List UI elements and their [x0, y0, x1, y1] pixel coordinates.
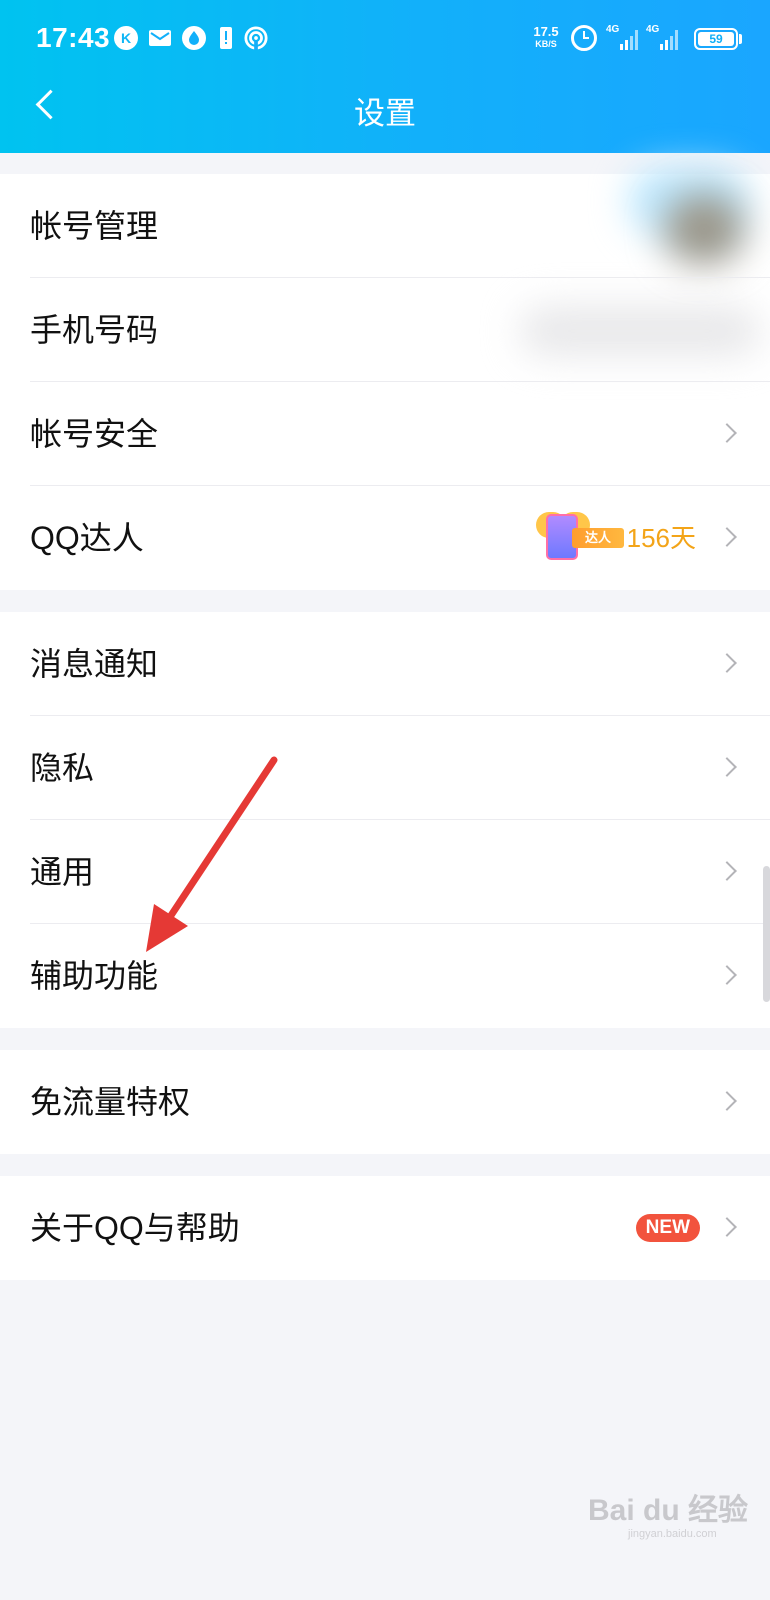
- message-notification-row[interactable]: 消息通知: [0, 612, 770, 716]
- status-time: 17:43: [36, 22, 111, 53]
- header-bar: 17:43 K 17.5 KB/S 4G 4G 59 设置: [0, 0, 770, 153]
- battery-icon: 59: [694, 28, 742, 50]
- chevron-right-icon: [717, 423, 737, 443]
- hotspot-icon: [244, 26, 268, 50]
- expert-days: 156天: [626, 523, 696, 553]
- accessibility-row[interactable]: 辅助功能: [0, 924, 770, 1028]
- settings-group-about: 关于QQ与帮助 NEW: [0, 1176, 770, 1280]
- signal-icon: 4G: [606, 24, 642, 50]
- settings-group-data: 免流量特权: [0, 1050, 770, 1154]
- alarm-icon: [571, 25, 597, 51]
- net-speed: 17.5 KB/S: [533, 24, 559, 49]
- settings-group-general: 消息通知 隐私 通用 辅助功能: [0, 612, 770, 1028]
- page-title: 设置: [354, 96, 416, 131]
- free-data-privilege-row[interactable]: 免流量特权: [0, 1050, 770, 1154]
- phone-number-row[interactable]: 手机号码: [0, 278, 770, 382]
- mail-icon: [148, 26, 172, 50]
- drop-icon: [182, 26, 206, 50]
- account-security-row[interactable]: 帐号安全: [0, 382, 770, 486]
- scrollbar[interactable]: [763, 866, 770, 1002]
- chevron-right-icon: [717, 653, 737, 673]
- chevron-right-icon: [717, 527, 737, 547]
- chevron-right-icon: [717, 757, 737, 777]
- general-row[interactable]: 通用: [0, 820, 770, 924]
- qq-expert-row[interactable]: QQ达人 达人 156天: [0, 486, 770, 590]
- new-badge: NEW: [635, 1214, 700, 1242]
- account-management-row[interactable]: 帐号管理: [0, 166, 770, 278]
- alert-icon: [214, 26, 238, 50]
- baidu-watermark-url: jingyan.baidu.com: [628, 1528, 717, 1540]
- chevron-right-icon: [717, 861, 737, 881]
- status-bar: 17:43 K 17.5 KB/S 4G 4G 59: [0, 0, 770, 78]
- baidu-watermark: Bai du 经验: [588, 1494, 749, 1527]
- blurred-phone-number: [520, 306, 760, 356]
- expert-badge-icon: 达人: [536, 508, 626, 564]
- blurred-avatar: [664, 194, 744, 264]
- privacy-row[interactable]: 隐私: [0, 716, 770, 820]
- k-app-icon: K: [114, 26, 138, 50]
- chevron-right-icon: [717, 965, 737, 985]
- about-help-row[interactable]: 关于QQ与帮助 NEW: [0, 1176, 770, 1280]
- chevron-right-icon: [717, 1217, 737, 1237]
- chevron-right-icon: [717, 1091, 737, 1111]
- settings-group-account: 帐号管理 手机号码 帐号安全 QQ达人 达人 156天: [0, 166, 770, 590]
- signal-icon: 4G: [646, 24, 682, 50]
